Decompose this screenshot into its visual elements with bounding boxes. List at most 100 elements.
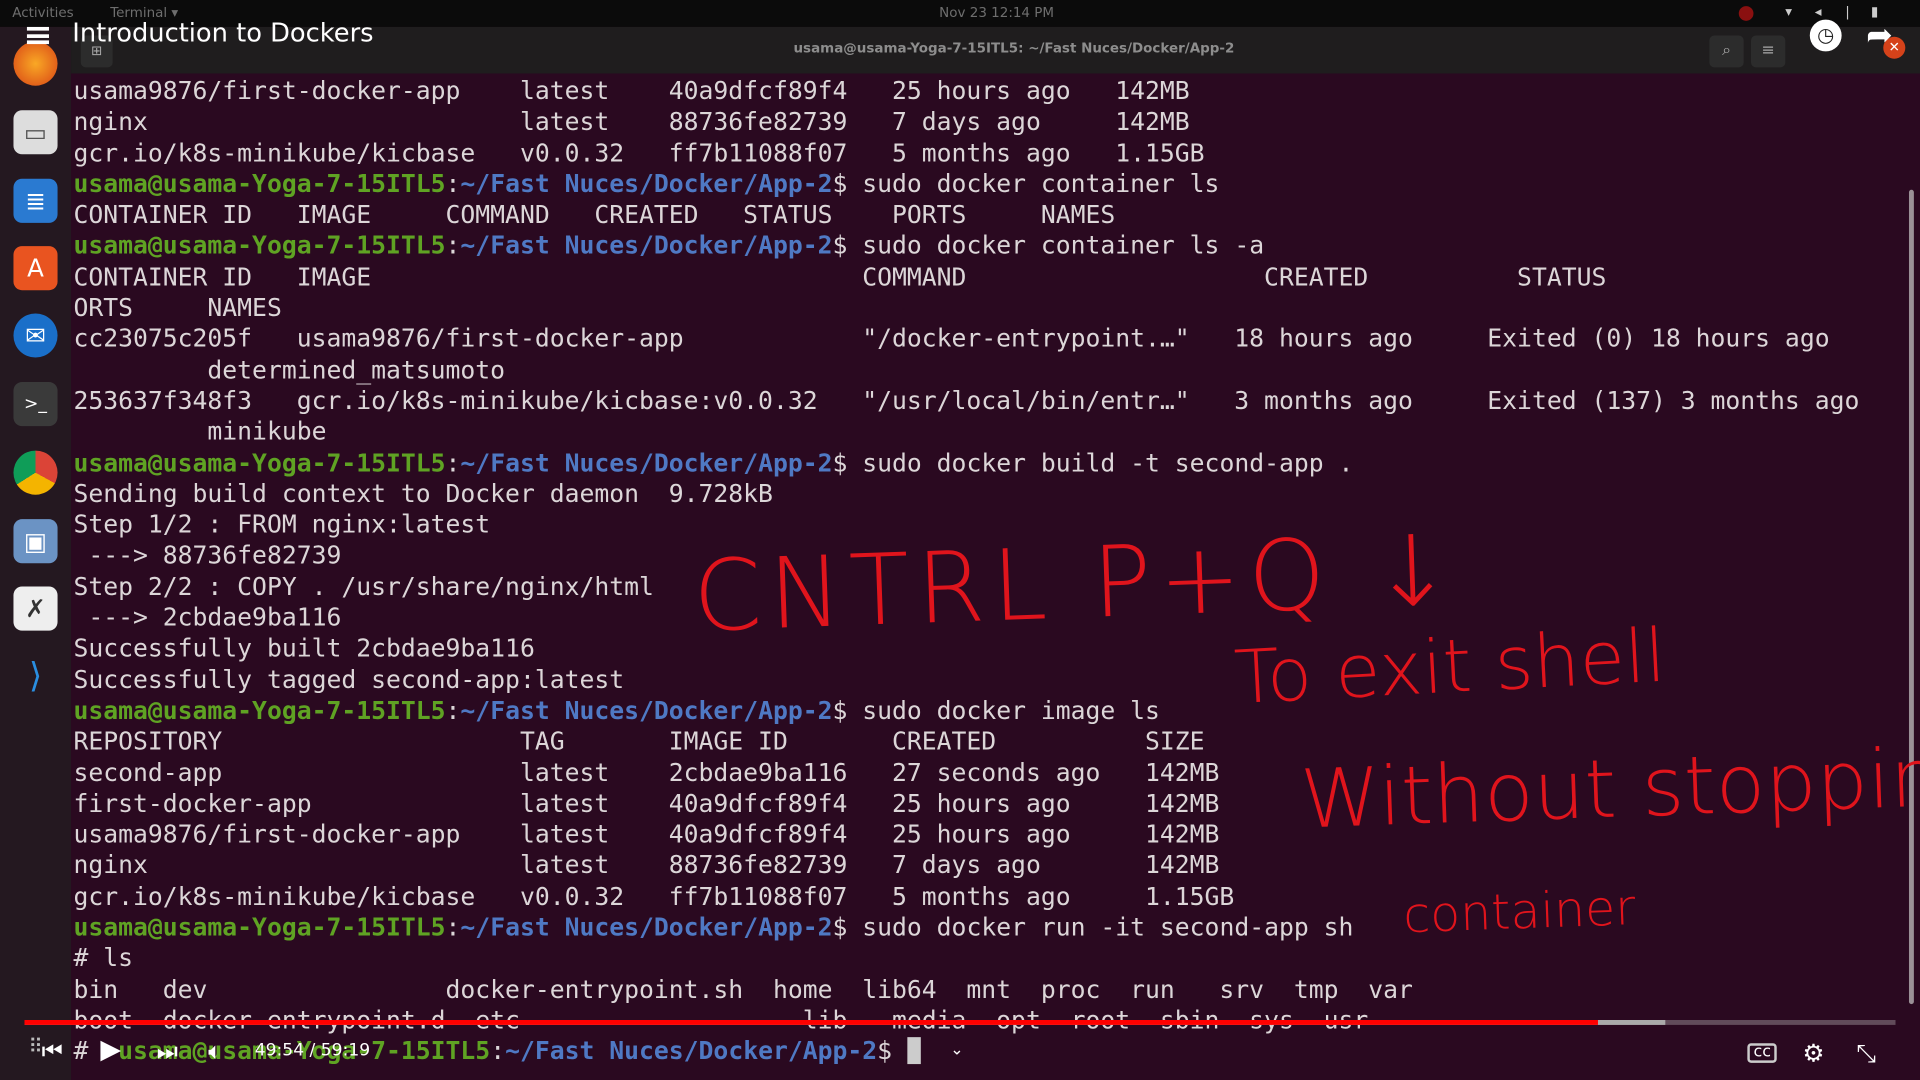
search-icon[interactable]: ⌕: [1709, 35, 1744, 68]
thunderbird-icon[interactable]: ✉: [13, 313, 58, 358]
terminal-prompt-line: usama@usama-Yoga-7-15ITL5:~/Fast Nuces/D…: [73, 169, 1920, 200]
output-text: 253637f348f3 gcr.io/k8s-minikube/kicbase…: [73, 385, 1860, 416]
output-text: bin dev docker-entrypoint.sh home lib64 …: [73, 974, 1413, 1004]
exit-fullscreen-icon[interactable]: ⤡: [1856, 1038, 1876, 1067]
command-text: $ sudo docker build -t second-app .: [832, 447, 1354, 478]
dock: ▭ ≣ A ✉ >_ ▣ ✗ ⟩ ⠿: [0, 26, 72, 1080]
prompt-user: usama@usama-Yoga-7-15ITL5: [73, 168, 446, 199]
settings-gear-icon[interactable]: ⚙: [1802, 1038, 1824, 1067]
prompt-user: usama@usama-Yoga-7-15ITL5: [73, 447, 446, 478]
output-text: Successfully built 2cbdae9ba116: [73, 633, 535, 663]
prompt-path: ~/Fast Nuces/Docker/App-2: [460, 230, 833, 261]
terminal-output-line: CONTAINER ID IMAGE COMMAND CREATED STATU…: [73, 262, 1920, 293]
output-text: usama9876/first-docker-app latest 40a9df…: [73, 75, 1190, 106]
prompt-separator: :: [445, 230, 461, 261]
command-text: $ sudo docker container ls: [832, 168, 1220, 199]
terminal-output-line: Sending build context to Docker daemon 9…: [73, 479, 1920, 510]
output-text: cc23075c205f usama9876/first-docker-app …: [73, 323, 1830, 354]
chevron-down-icon[interactable]: ⌄: [950, 1041, 963, 1059]
output-text: Step 1/2 : FROM nginx:latest: [73, 509, 491, 539]
menu-icon[interactable]: [26, 26, 49, 45]
terminal-output-line: bin dev docker-entrypoint.sh home lib64 …: [73, 974, 1920, 1005]
watch-later-icon[interactable]: ◷: [1809, 19, 1842, 52]
software-center-icon[interactable]: A: [13, 246, 58, 291]
prompt-user: usama@usama-Yoga-7-15ITL5: [73, 695, 446, 725]
prompt-user: usama@usama-Yoga-7-15ITL5: [73, 230, 446, 261]
output-text: nginx latest 88736fe82739 7 days ago 142…: [73, 106, 1190, 137]
command-text: $: [877, 1036, 907, 1066]
video-title[interactable]: Introduction to Dockers: [72, 18, 373, 47]
prompt-path: ~/Fast Nuces/Docker/App-2: [460, 695, 833, 725]
output-text: Sending build context to Docker daemon 9…: [73, 478, 773, 508]
output-text: Successfully tagged second-app:latest: [73, 664, 625, 694]
mic-icon[interactable]: |: [1845, 4, 1850, 20]
screen: Activities Terminal ▾ Nov 23 12:14 PM ▾ …: [0, 0, 1920, 1080]
prompt-path: ~/Fast Nuces/Docker/App-2: [505, 1036, 878, 1066]
vscode-icon[interactable]: ⟩: [13, 654, 57, 698]
firefox-icon[interactable]: [13, 41, 58, 86]
window-title: usama@usama-Yoga-7-15ITL5: ~/Fast Nuces/…: [793, 40, 1235, 57]
next-icon[interactable]: ⏭: [157, 1038, 178, 1065]
output-text: minikube: [73, 416, 327, 447]
output-text: first-docker-app latest 40a9dfcf89f4 25 …: [73, 788, 1220, 818]
prompt-separator: :: [445, 695, 461, 725]
output-text: ORTS NAMES: [73, 292, 282, 323]
output-text: CONTAINER ID IMAGE COMMAND CREATED STATU…: [73, 199, 1116, 230]
terminal-output-line: nginx latest 88736fe82739 7 days ago 142…: [73, 850, 1920, 881]
output-text: nginx latest 88736fe82739 7 days ago 142…: [73, 850, 1220, 880]
output-text: REPOSITORY TAG IMAGE ID CREATED SIZE: [73, 726, 1205, 756]
terminal-scrollbar[interactable]: [1908, 189, 1914, 1005]
command-text: $ sudo docker container ls -a: [832, 230, 1265, 261]
prompt-separator: :: [490, 1036, 506, 1066]
prompt-path: ~/Fast Nuces/Docker/App-2: [460, 447, 833, 478]
time-display: 49:54 / 59:19: [254, 1040, 371, 1061]
output-text: gcr.io/k8s-minikube/kicbase v0.0.32 ff7b…: [73, 137, 1205, 168]
share-icon[interactable]: ➦: [1866, 17, 1893, 54]
command-text: $ sudo docker image ls: [832, 695, 1160, 725]
terminal-output-line: minikube: [73, 417, 1920, 448]
writer-icon[interactable]: ≣: [13, 178, 58, 223]
terminal-output-line: gcr.io/k8s-minikube/kicbase v0.0.32 ff7b…: [73, 138, 1920, 169]
video-progress-bar[interactable]: [24, 1020, 1896, 1025]
output-text: determined_matsumoto: [73, 354, 506, 385]
chrome-icon[interactable]: [13, 450, 58, 495]
terminal-prompt-line: usama@usama-Yoga-7-15ITL5:~/Fast Nuces/D…: [73, 448, 1920, 479]
previous-icon[interactable]: ⏮: [42, 1038, 63, 1065]
play-icon[interactable]: ▶: [100, 1035, 121, 1066]
activities-button[interactable]: Activities: [12, 5, 73, 21]
terminal-prompt-line: usama@usama-Yoga-7-15ITL5:~/Fast Nuces/D…: [73, 231, 1920, 262]
volume-icon[interactable]: ◂: [1815, 4, 1822, 20]
record-indicator-icon: [1738, 6, 1754, 21]
xournal-icon[interactable]: ✗: [13, 586, 58, 631]
output-text: ---> 2cbdae9ba116: [73, 602, 342, 632]
files-icon[interactable]: ▭: [13, 110, 58, 155]
output-text: gcr.io/k8s-minikube/kicbase v0.0.32 ff7b…: [73, 881, 1235, 911]
captions-icon[interactable]: cc: [1747, 1043, 1778, 1063]
terminal-output-line: ORTS NAMES: [73, 293, 1920, 324]
prompt-path: ~/Fast Nuces/Docker/App-2: [460, 168, 833, 199]
terminal-output-line: usama9876/first-docker-app latest 40a9df…: [73, 76, 1920, 107]
terminal-cursor: [906, 1037, 921, 1065]
terminal-output-line: # ls: [73, 943, 1920, 974]
output-text: usama9876/first-docker-app latest 40a9df…: [73, 819, 1220, 849]
output-text: # ls: [73, 943, 134, 973]
volume-icon[interactable]: 🔈︎: [208, 1038, 222, 1065]
terminal-output-line: nginx latest 88736fe82739 7 days ago 142…: [73, 107, 1920, 138]
terminal-output-line: gcr.io/k8s-minikube/kicbase v0.0.32 ff7b…: [73, 881, 1920, 912]
terminal-output-line: CONTAINER ID IMAGE COMMAND CREATED STATU…: [73, 200, 1920, 231]
command-text: $ sudo docker run -it second-app sh: [832, 912, 1354, 942]
prompt-user: usama@usama-Yoga-7-15ITL5: [73, 912, 446, 942]
image-viewer-icon[interactable]: ▣: [13, 519, 58, 564]
terminal-icon[interactable]: >_: [13, 382, 58, 427]
annotation-container: container: [1402, 880, 1637, 945]
output-text: CONTAINER ID IMAGE COMMAND CREATED STATU…: [73, 261, 1920, 292]
wifi-icon[interactable]: ▾: [1785, 4, 1792, 20]
hamburger-menu-icon[interactable]: ≡: [1751, 35, 1786, 68]
terminal-output-line: 253637f348f3 gcr.io/k8s-minikube/kicbase…: [73, 386, 1920, 417]
prompt-separator: :: [445, 168, 461, 199]
played-bar: [24, 1020, 1599, 1025]
terminal-output-line: determined_matsumoto: [73, 355, 1920, 386]
output-text: second-app latest 2cbdae9ba116 27 second…: [73, 757, 1220, 787]
clock[interactable]: Nov 23 12:14 PM: [939, 5, 1054, 21]
terminal-prompt-line: usama@usama-Yoga-7-15ITL5:~/Fast Nuces/D…: [73, 912, 1920, 943]
